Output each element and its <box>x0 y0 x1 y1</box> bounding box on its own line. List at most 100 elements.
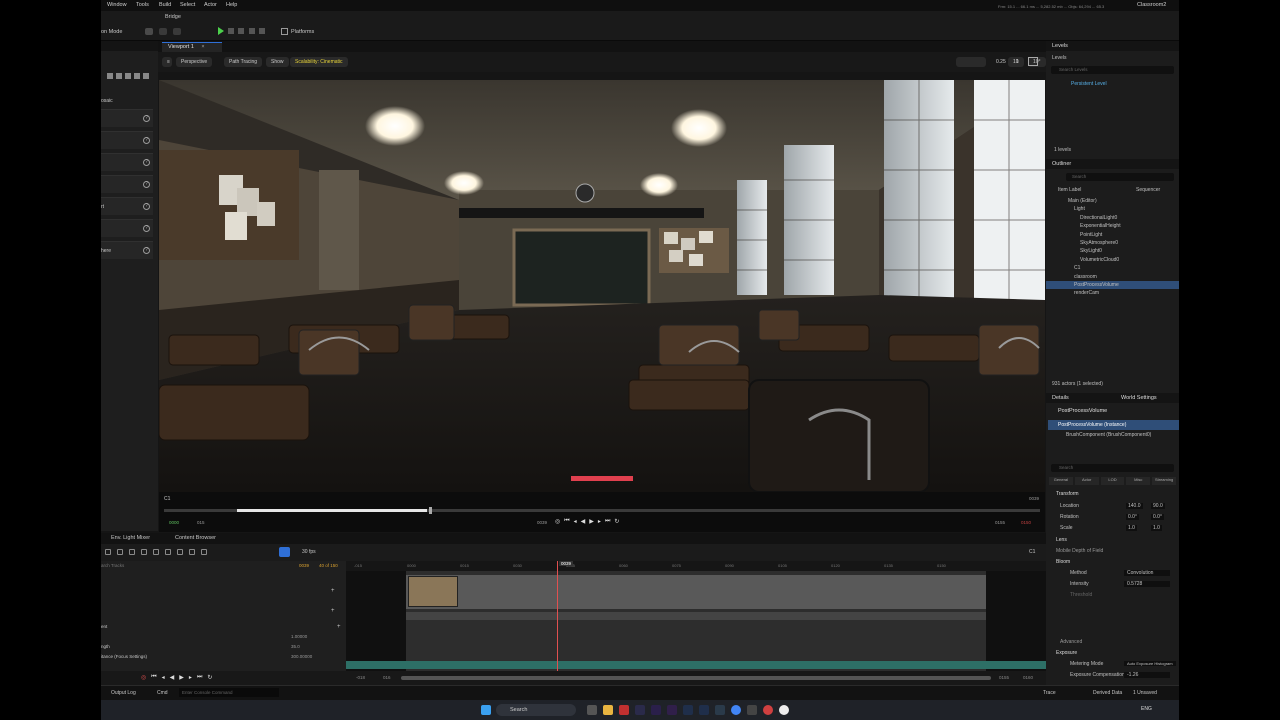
step-back-icon[interactable]: ◂ <box>162 674 165 681</box>
acrobat-icon[interactable] <box>619 705 629 715</box>
timeline-ruler[interactable]: -015000000150030004500600075009001050120… <box>346 561 1046 571</box>
jump-start-icon[interactable]: ⏮ <box>151 674 156 681</box>
track-search[interactable]: arch Tracks <box>101 563 124 568</box>
help-icon[interactable]: ? <box>143 203 150 210</box>
outliner-item[interactable]: ExponentialHeight <box>1046 222 1179 230</box>
menu-window[interactable]: Window <box>107 2 127 8</box>
pen-icon[interactable] <box>201 549 207 555</box>
stop-icon[interactable] <box>238 28 244 34</box>
path-tracing-button[interactable]: Path Tracing <box>224 57 263 67</box>
cinematics-icon[interactable] <box>173 28 181 35</box>
outliner-item[interactable]: SkyAtmosphere0 <box>1046 239 1179 247</box>
intensity-field[interactable]: 0.5728 <box>1124 581 1170 587</box>
exposure-comp-field[interactable]: -1.26 <box>1124 672 1170 678</box>
task-view-icon[interactable] <box>587 705 597 715</box>
left-row-2[interactable]: ? <box>101 131 153 149</box>
outliner-item[interactable]: PointLight <box>1046 231 1179 239</box>
curve-icon[interactable] <box>153 549 159 555</box>
platforms-button[interactable]: Platforms <box>291 29 314 35</box>
blueprint-icon[interactable] <box>159 28 167 35</box>
tab-content-browser[interactable]: Content Browser <box>175 535 216 541</box>
eject-icon[interactable] <box>249 28 255 34</box>
exposure-section[interactable]: Exposure <box>1056 650 1077 656</box>
left-row-1[interactable]: ? <box>101 109 153 127</box>
track-value[interactable]: 300.00000 <box>291 654 312 659</box>
derived-data-button[interactable]: Derived Data <box>1093 690 1122 696</box>
playhead-line[interactable] <box>557 561 558 671</box>
add-track-icon[interactable]: + <box>331 588 335 594</box>
bloom-section[interactable]: Bloom <box>1056 559 1070 565</box>
left-row-6[interactable]: ? <box>101 219 153 237</box>
unsaved-button[interactable]: 1 Unsaved <box>1133 690 1157 696</box>
play-icon[interactable] <box>218 27 224 35</box>
details-tab[interactable]: LOD <box>1100 477 1125 485</box>
add-track-icon[interactable]: + <box>331 608 335 614</box>
location-x[interactable]: 140.0 <box>1126 503 1143 509</box>
lens-section[interactable]: Lens <box>1056 537 1067 543</box>
camera-icon[interactable] <box>134 73 140 79</box>
rotation-y[interactable]: 0.0° <box>1151 514 1164 520</box>
play-reverse-icon[interactable]: ◀ <box>581 518 586 525</box>
details-tab[interactable]: Streaming <box>1152 477 1176 485</box>
camera-cut-track[interactable] <box>406 575 986 609</box>
shot-thumbnail[interactable] <box>408 576 458 607</box>
help-icon[interactable]: ? <box>143 137 150 144</box>
premiere-icon[interactable] <box>651 705 661 715</box>
step-forward-icon[interactable]: ▸ <box>598 518 601 525</box>
brush-component[interactable]: BrushComponent (BrushComponent0) <box>1066 432 1151 438</box>
details-search[interactable]: Search <box>1051 464 1174 472</box>
current-frame-field[interactable]: 0039 <box>299 563 309 568</box>
advanced-section[interactable]: Advanced <box>1060 639 1082 645</box>
left-row-7[interactable]: here? <box>101 241 153 259</box>
visibility-icon[interactable] <box>165 549 171 555</box>
platforms-icon[interactable] <box>281 28 288 35</box>
unreal-icon[interactable] <box>779 705 789 715</box>
method-dropdown[interactable]: Convolution <box>1124 570 1170 576</box>
menu-help[interactable]: Help <box>226 2 237 8</box>
help-icon[interactable]: ? <box>143 225 150 232</box>
camera-icon[interactable] <box>129 549 135 555</box>
jump-end-icon[interactable]: ⏭ <box>197 674 202 681</box>
outliner-col-label[interactable]: Item Label <box>1058 187 1081 193</box>
play-icon[interactable]: ▶ <box>179 674 184 681</box>
details-tab[interactable]: Misc <box>1126 477 1151 485</box>
outliner-item[interactable]: DirectionalLight0 <box>1046 214 1179 222</box>
taskbar-search[interactable]: Search <box>496 704 576 716</box>
console-input[interactable]: Enter Console Command <box>179 688 279 697</box>
audio-track[interactable] <box>346 661 1046 669</box>
playback-scrubber[interactable] <box>164 507 1040 514</box>
add-content-icon[interactable] <box>145 28 153 35</box>
play-icon[interactable]: ▶ <box>589 518 594 525</box>
details-instance-row[interactable]: PostProcessVolume (Instance) <box>1048 420 1179 430</box>
outliner-item[interactable]: C1 <box>1046 264 1179 272</box>
scale-y[interactable]: 1.0 <box>1151 525 1162 531</box>
after-effects-icon[interactable] <box>635 705 645 715</box>
bridge-button[interactable]: Bridge <box>165 14 181 20</box>
cmd-dropdown[interactable]: Cmd <box>157 690 168 696</box>
world-settings-tab[interactable]: World Settings <box>1121 395 1157 401</box>
hamburger-icon[interactable]: ≡ <box>162 57 172 67</box>
outliner-col-sequencer[interactable]: Sequencer <box>1136 187 1160 193</box>
step-back-icon[interactable]: ◂ <box>574 518 577 525</box>
transform-section[interactable]: Transform <box>1056 491 1079 497</box>
light-icon[interactable] <box>125 73 131 79</box>
diamond-icon[interactable] <box>189 549 195 555</box>
tab-env-light-mixer[interactable]: Env. Light Mixer <box>111 535 150 541</box>
media-encoder-icon[interactable] <box>667 705 677 715</box>
help-icon[interactable]: ? <box>143 181 150 188</box>
app-icon[interactable] <box>715 705 725 715</box>
details-tab[interactable]: Actor <box>1074 477 1099 485</box>
fps-dropdown[interactable]: 30 fps <box>302 549 316 555</box>
keyframe-icon[interactable] <box>177 549 183 555</box>
windows-start-icon[interactable] <box>481 705 491 715</box>
track-value[interactable]: 1.00000 <box>291 634 307 639</box>
play-reverse-icon[interactable]: ◀ <box>170 674 175 681</box>
lightroom-icon[interactable] <box>683 705 693 715</box>
outliner-item[interactable]: Light <box>1046 205 1179 213</box>
levels-search[interactable]: Search Levels <box>1051 66 1174 74</box>
loop-icon[interactable]: ↻ <box>207 674 212 681</box>
menu-build[interactable]: Build <box>159 2 171 8</box>
key-icon[interactable] <box>141 549 147 555</box>
left-row-3[interactable]: ? <box>101 153 153 171</box>
davinci-icon[interactable] <box>763 705 773 715</box>
